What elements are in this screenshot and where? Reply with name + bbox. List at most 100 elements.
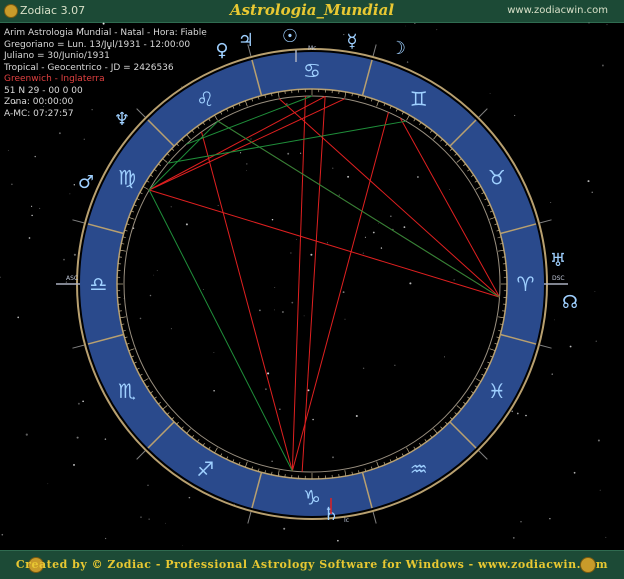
degree-tick [187,429,191,434]
star [274,310,275,311]
star [497,238,498,239]
star [35,156,36,157]
degree-tick [154,169,156,171]
footer-bar: Created by © Zodiac - Professional Astro… [0,550,624,579]
degree-tick [345,92,346,98]
star [312,419,314,421]
degree-tick [490,217,496,219]
star [70,194,71,195]
degree-tick [419,122,421,124]
degree-tick [215,115,218,120]
degree-tick [203,443,205,445]
star [74,184,75,185]
house-cusp-tick [479,451,487,459]
degree-ring [124,96,500,472]
degree-tick [498,250,504,251]
star [92,109,93,110]
degree-tick [455,154,457,156]
virgo-icon: ♍ [118,165,136,189]
star [50,97,51,98]
star [404,226,406,228]
house-cusp-tick [540,220,552,223]
star [449,189,450,190]
star [171,328,172,329]
astrology-wheel[interactable]: ♈♉♊♋♌♍♎♏♐♑♒♓ ♃♀☉☿☽♆♂♅☊♄ ASCDSCMcIc [0,22,624,550]
star [0,277,1,278]
star [43,106,44,107]
star [414,23,415,24]
star [595,291,596,292]
star [417,176,419,178]
star [157,270,158,271]
star [587,180,589,182]
star [490,93,491,94]
star [105,538,106,539]
libra-icon: ♎ [90,272,108,296]
star [274,287,275,288]
star [74,254,76,256]
degree-tick [150,175,152,177]
aries-icon: ♈ [517,272,535,296]
star [286,103,287,104]
house-cusp-tick [137,451,145,459]
star [381,247,382,248]
star [405,26,406,27]
star [250,138,251,139]
star [265,388,267,390]
degree-tick [203,122,205,124]
star [26,434,28,436]
star [104,41,105,42]
degree-tick [167,154,169,156]
website-link[interactable]: www.zodiacwin.com [507,5,608,16]
star [246,163,248,165]
star [171,206,172,207]
star [240,152,241,153]
star [59,132,61,134]
degree-tick [177,144,179,146]
aspect-line-red [302,96,325,471]
house-cusp-tick [540,345,552,348]
degree-tick [197,439,199,441]
star [39,208,40,209]
aspect-line-red [292,96,305,471]
star [296,239,297,240]
star [63,259,65,261]
uranus-icon: ♅ [550,250,566,271]
degree-tick [463,402,465,404]
degree-tick [245,101,247,107]
star [213,390,215,392]
star [511,411,512,412]
star [570,346,572,348]
zodiac-wheel: ♈♉♊♋♌♍♎♏♐♑♒♓ [72,44,551,523]
moon-icon: ☽ [390,38,406,59]
star [31,206,32,207]
star [82,28,84,30]
star [394,365,395,366]
star [339,195,340,196]
degree-tick [197,126,199,128]
star [602,65,604,67]
star [77,437,79,439]
degree-tick [172,149,174,151]
degree-tick [154,397,156,399]
taurus-icon: ♉ [488,165,506,189]
star [279,409,280,410]
degree-tick [467,169,469,171]
degree-tick [278,92,279,98]
degree-tick [467,397,469,399]
star [520,521,521,522]
degree-tick [407,115,410,120]
mars-icon: ♂ [78,172,94,193]
star [259,310,261,312]
star [596,341,597,342]
title-bar: Zodiac 3.07 Astrologia_Mundial www.zodia… [0,0,624,23]
house-cusp-tick [373,44,376,56]
star [182,545,183,546]
degree-tick [143,379,148,382]
house-cusp-tick [137,109,145,117]
star [390,216,391,217]
star [218,205,219,206]
star [588,22,589,23]
degree-tick [440,427,442,429]
house-cusp-tick [72,220,84,223]
